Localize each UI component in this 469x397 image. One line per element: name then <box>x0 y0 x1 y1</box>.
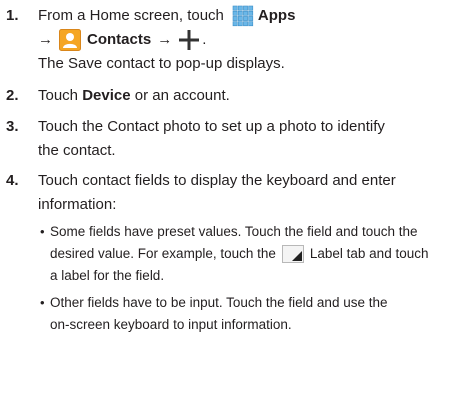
step-body: Touch the Contact photo to set up a phot… <box>38 115 469 163</box>
bullet-1-line-2: desired value. For example, touch the La… <box>50 243 469 265</box>
step-body: Touch Device or an account. <box>38 84 469 108</box>
bullet-1-line-1: Some fields have preset values. Touch th… <box>50 224 418 239</box>
arrow-icon: → <box>38 31 53 48</box>
step-3-line-2: the contact. <box>38 142 116 159</box>
apps-grid-icon <box>231 5 254 27</box>
apps-label: Apps <box>257 7 296 24</box>
step-number: 3. <box>6 118 19 135</box>
bullet-icon: • <box>40 295 45 310</box>
step-1-line-3: The Save contact to pop-up displays. <box>38 55 285 72</box>
step-text: or an account. <box>130 87 230 104</box>
step-4-line-1: Touch contact fields to display the keyb… <box>38 172 396 189</box>
step-text: From a Home screen, touch <box>38 7 224 24</box>
bullet-icon: • <box>40 224 45 239</box>
period: . <box>202 31 207 48</box>
label-tab-icon <box>281 245 304 263</box>
step-3-line-1: Touch the Contact photo to set up a phot… <box>38 118 385 135</box>
step-number: 1. <box>6 7 19 24</box>
contacts-icon <box>59 29 81 51</box>
step-number: 2. <box>6 87 19 104</box>
step-2-line-1: Touch Device or an account. <box>38 84 469 108</box>
bullet-item-1: • Some fields have preset values. Touch … <box>40 221 469 287</box>
bullet-item-2: • Other fields have to be input. Touch t… <box>40 292 469 336</box>
bullet-1-line-3: a label for the field. <box>50 268 165 283</box>
step-1-line-2: → Contacts → . <box>38 28 469 52</box>
arrow-icon: → <box>157 31 173 48</box>
step-1-line-1: From a Home screen, touch Apps <box>38 4 469 28</box>
add-plus-icon <box>178 29 200 51</box>
bullet-text: Label tab and touch <box>309 246 429 261</box>
device-label: Device <box>82 87 131 104</box>
contacts-label: Contacts <box>87 31 152 48</box>
step-body: Touch contact fields to display the keyb… <box>38 169 469 217</box>
bullet-2-line-1: Other fields have to be input. Touch the… <box>50 295 388 310</box>
step-body: From a Home screen, touch Apps → Contact… <box>38 4 469 76</box>
instructions-page: 1. From a Home screen, touch Apps → Cont… <box>0 0 469 397</box>
bullet-text: desired value. For example, touch the <box>50 246 276 261</box>
step-number: 4. <box>6 172 19 189</box>
step-text: Touch <box>38 87 83 104</box>
step-4-line-2: information: <box>38 196 117 213</box>
bullet-2-line-2: on-screen keyboard to input information. <box>50 317 292 332</box>
